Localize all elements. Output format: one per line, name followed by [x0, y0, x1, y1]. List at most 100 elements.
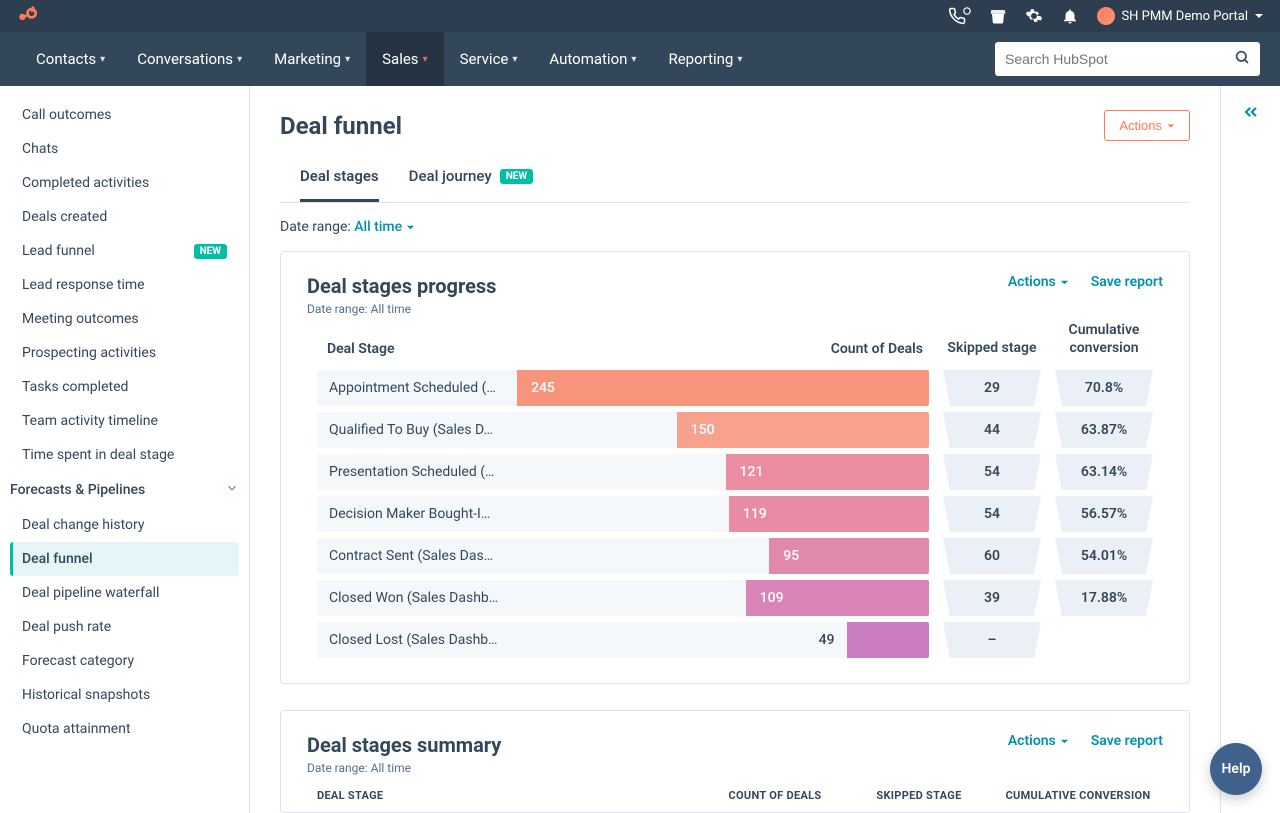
table-row: Closed Lost (Sales Dashb…49– [307, 619, 1163, 661]
sidebar-item-label: Completed activities [22, 175, 149, 191]
cumulative-value: 17.88% [1055, 580, 1153, 616]
tab-deal-stages[interactable]: Deal stages [300, 159, 379, 202]
sidebar-item-label: Call outcomes [22, 107, 112, 123]
th-deal-stage: Deal Stage [317, 341, 395, 357]
sidebar-item-lead-funnel[interactable]: Lead funnelNEW [10, 234, 239, 268]
search-input[interactable] [995, 42, 1260, 76]
sidebar-item-deals-created[interactable]: Deals created [10, 200, 239, 234]
nav-automation[interactable]: Automation▾ [533, 32, 652, 86]
page-title: Deal funnel [280, 112, 402, 140]
caret-down-icon: ▾ [345, 54, 350, 65]
sidebar-item-label: Deal pipeline waterfall [22, 585, 159, 601]
date-range-dropdown[interactable]: All time [354, 219, 414, 235]
portal-switcher[interactable]: SH PMM Demo Portal [1097, 7, 1264, 25]
tab-deal-journey[interactable]: Deal journeyNEW [409, 159, 533, 202]
skipped-value: – [943, 622, 1041, 658]
bar-cell[interactable]: Presentation Scheduled (…121 [317, 454, 929, 490]
sidebar-item-label: Deal push rate [22, 619, 111, 635]
bar-label: Appointment Scheduled (… [317, 380, 517, 396]
sidebar-item-deal-change-history[interactable]: Deal change history [10, 508, 239, 542]
table-row: Decision Maker Bought-I…119 54 56.57% [307, 493, 1163, 535]
gear-icon[interactable] [1025, 7, 1043, 25]
card-actions-link[interactable]: Actions [1008, 733, 1069, 749]
search-icon[interactable] [1234, 49, 1250, 69]
table-row: Presentation Scheduled (…121 54 63.14% [307, 451, 1163, 493]
bar-cell[interactable]: Contract Sent (Sales Das… 95 [317, 538, 929, 574]
bar-cell[interactable]: Appointment Scheduled (…245 [317, 370, 929, 406]
page-actions-button[interactable]: Actions [1104, 110, 1190, 141]
bar-value: 49 [811, 632, 843, 648]
sidebar-item-deal-pipeline-waterfall[interactable]: Deal pipeline waterfall [10, 576, 239, 610]
new-badge: NEW [500, 169, 533, 184]
bell-icon[interactable] [1061, 7, 1079, 25]
sidebar-item-deal-funnel[interactable]: Deal funnel [10, 542, 239, 576]
chevron-down-icon [1254, 11, 1264, 21]
bar-label: Qualified To Buy (Sales D… [317, 422, 517, 438]
caret-down-icon [1060, 278, 1069, 287]
caret-down-icon: ▾ [100, 54, 105, 65]
sidebar-item-completed-activities[interactable]: Completed activities [10, 166, 239, 200]
hubspot-logo[interactable] [16, 5, 38, 27]
caret-down-icon: ▾ [237, 54, 242, 65]
help-button[interactable]: Help [1210, 743, 1262, 795]
marketplace-icon[interactable] [989, 7, 1007, 25]
nav-service[interactable]: Service▾ [444, 32, 534, 86]
sidebar-item-chats[interactable]: Chats [10, 132, 239, 166]
sidebar-item-lead-response-time[interactable]: Lead response time [10, 268, 239, 302]
cumulative-value: 54.01% [1055, 538, 1153, 574]
skipped-value: 54 [943, 496, 1041, 532]
sidebar-item-label: Deal change history [22, 517, 145, 533]
sidebar-item-label: Deals created [22, 209, 107, 225]
bar-cell[interactable]: Closed Won (Sales Dashb…109 [317, 580, 929, 616]
sidebar-item-team-activity-timeline[interactable]: Team activity timeline [10, 404, 239, 438]
caret-down-icon: ▾ [631, 54, 636, 65]
skipped-value: 39 [943, 580, 1041, 616]
card-title: Deal stages summary [307, 733, 501, 757]
sidebar-item-label: Lead funnel [22, 243, 95, 259]
sidebar-group-forecasts[interactable]: Forecasts & Pipelines [10, 472, 239, 508]
cumulative-value: 56.57% [1055, 496, 1153, 532]
cumulative-value: 63.14% [1055, 454, 1153, 490]
th-skipped: SKIPPED STAGE [849, 789, 989, 802]
save-report-link[interactable]: Save report [1091, 274, 1163, 290]
skipped-value: 60 [943, 538, 1041, 574]
save-report-link[interactable]: Save report [1091, 733, 1163, 749]
sidebar-item-quota-attainment[interactable]: Quota attainment [10, 712, 239, 746]
sidebar-group-label: Forecasts & Pipelines [10, 482, 145, 498]
avatar [1097, 7, 1115, 25]
cumulative-value: 63.87% [1055, 412, 1153, 448]
sidebar-item-meeting-outcomes[interactable]: Meeting outcomes [10, 302, 239, 336]
sidebar-item-call-outcomes[interactable]: Call outcomes [10, 98, 239, 132]
nav-marketing[interactable]: Marketing▾ [258, 32, 366, 86]
sidebar-item-historical-snapshots[interactable]: Historical snapshots [10, 678, 239, 712]
table-row: Contract Sent (Sales Das… 95 60 54.01% [307, 535, 1163, 577]
th-count: COUNT OF DEALS [715, 789, 835, 802]
right-rail [1220, 86, 1280, 813]
card-actions-link[interactable]: Actions [1008, 274, 1069, 290]
skipped-value: 54 [943, 454, 1041, 490]
sidebar-item-tasks-completed[interactable]: Tasks completed [10, 370, 239, 404]
bar-label: Contract Sent (Sales Das… [317, 548, 517, 564]
sidebar-item-label: Meeting outcomes [22, 311, 139, 327]
collapse-panel-icon[interactable] [1241, 102, 1261, 126]
th-cumulative: CUMULATIVE CONVERSION [1003, 789, 1153, 802]
bar-cell[interactable]: Qualified To Buy (Sales D…150 [317, 412, 929, 448]
sidebar-item-forecast-category[interactable]: Forecast category [10, 644, 239, 678]
bar-cell[interactable]: Closed Lost (Sales Dashb…49 [317, 622, 929, 658]
nav-contacts[interactable]: Contacts▾ [20, 32, 121, 86]
bar-value: 95 [775, 548, 807, 564]
calling-icon[interactable] [948, 7, 971, 25]
sidebar-item-prospecting-activities[interactable]: Prospecting activities [10, 336, 239, 370]
sidebar-item-time-spent-in-deal-stage[interactable]: Time spent in deal stage [10, 438, 239, 472]
caret-down-icon [1167, 122, 1175, 130]
nav-conversations[interactable]: Conversations▾ [121, 32, 258, 86]
bar-label: Presentation Scheduled (… [317, 464, 517, 480]
nav-sales[interactable]: Sales▾ [366, 32, 443, 86]
sidebar-item-deal-push-rate[interactable]: Deal push rate [10, 610, 239, 644]
table-row: Closed Won (Sales Dashb…109 39 17.88% [307, 577, 1163, 619]
sidebar-item-label: Time spent in deal stage [22, 447, 174, 463]
bar-cell[interactable]: Decision Maker Bought-I…119 [317, 496, 929, 532]
caret-down-icon [1060, 737, 1069, 746]
sidebar-item-label: Quota attainment [22, 721, 131, 737]
nav-reporting[interactable]: Reporting▾ [652, 32, 758, 86]
